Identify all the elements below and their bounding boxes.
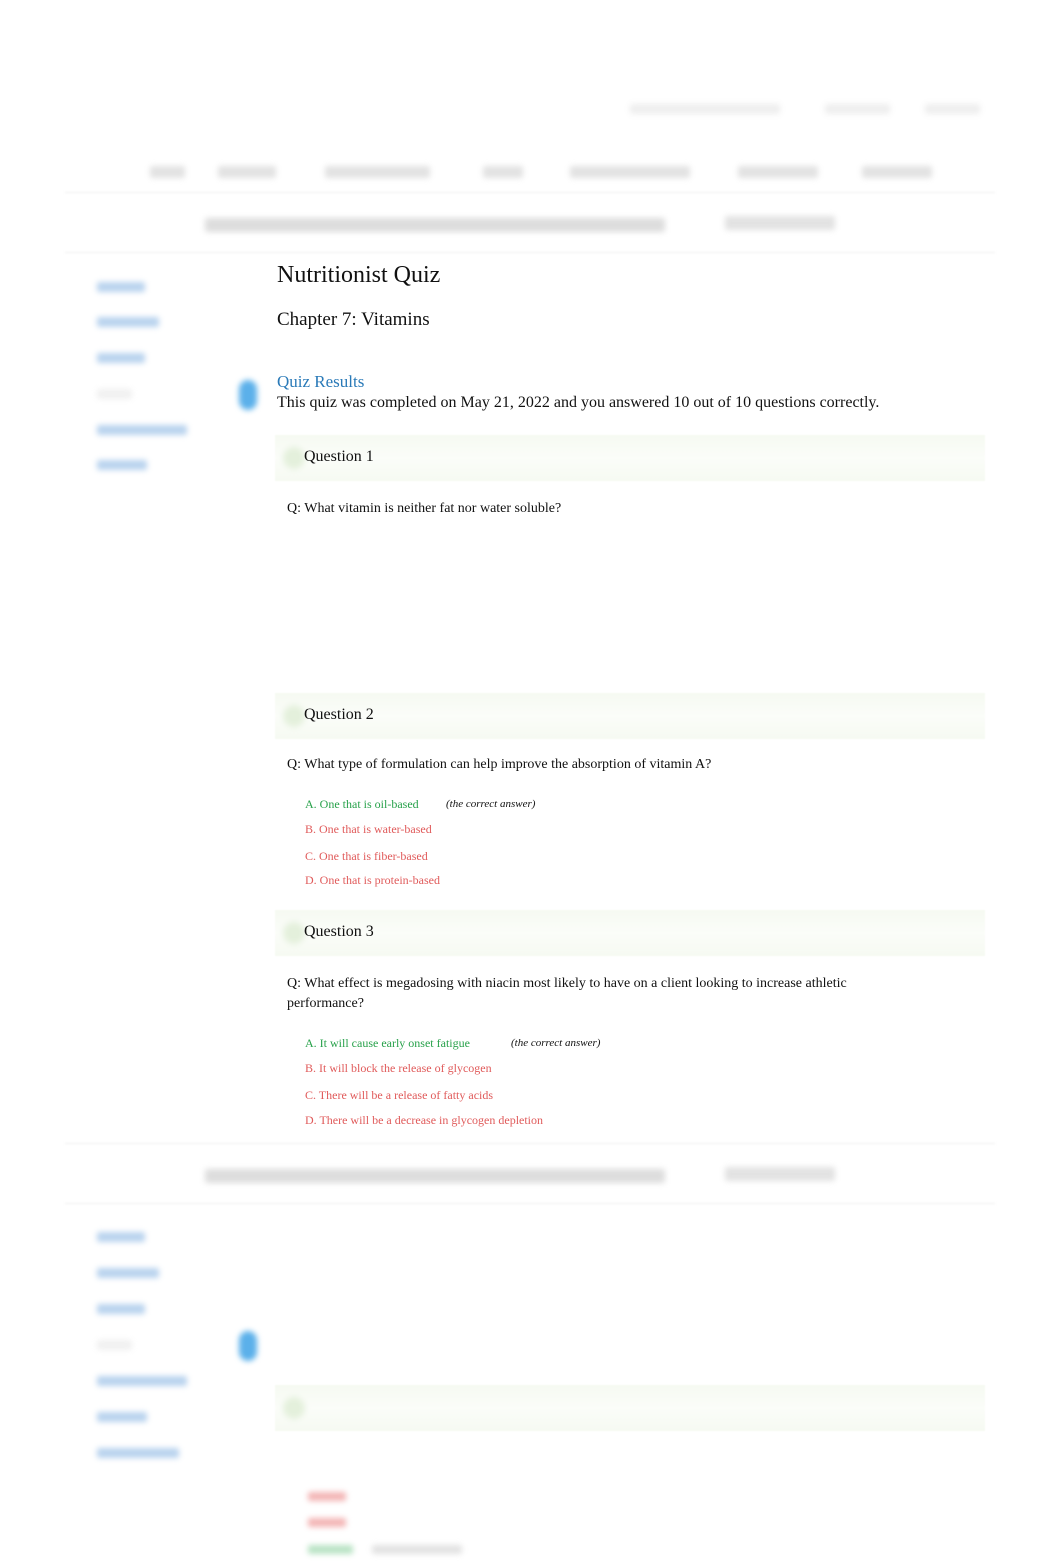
- sidebar-item[interactable]: [97, 317, 159, 327]
- status-icon: [283, 447, 305, 469]
- sidebar-item[interactable]: [97, 389, 132, 399]
- status-icon: [283, 1397, 305, 1419]
- sidebar-item[interactable]: [97, 1304, 145, 1314]
- question-text: Q: What type of formulation can help imp…: [287, 757, 712, 772]
- nav-item[interactable]: [570, 166, 690, 178]
- status-icon: [283, 705, 305, 727]
- sidebar-item[interactable]: [97, 353, 145, 363]
- sidebar-item[interactable]: [97, 1232, 145, 1242]
- sidebar-item[interactable]: [97, 425, 187, 435]
- blurred-doc-title: [205, 218, 665, 232]
- question-header: [275, 910, 985, 956]
- answer-option: D. There will be a decrease in glycogen …: [305, 1113, 544, 1127]
- sidebar-item[interactable]: [97, 1340, 132, 1350]
- nav-item[interactable]: [325, 166, 430, 178]
- blurred-answer: [308, 1492, 346, 1501]
- question-text: Q: What vitamin is neither fat nor water…: [287, 501, 562, 516]
- question-text: Q: What effect is megadosing with niacin…: [287, 976, 847, 1011]
- nav-item[interactable]: [150, 166, 185, 178]
- blurred-login[interactable]: [825, 104, 890, 114]
- chapter-title: Chapter 7: Vitamins: [277, 309, 430, 330]
- blurred-note: [372, 1545, 462, 1554]
- correct-answer-note: (the correct answer): [511, 1037, 601, 1049]
- sidebar-item[interactable]: [97, 1268, 159, 1278]
- sidebar-item[interactable]: [97, 1376, 187, 1386]
- page-title: Nutritionist Quiz: [277, 262, 441, 288]
- blurred-answer: [308, 1545, 353, 1554]
- answer-option: B. It will block the release of glycogen: [305, 1061, 492, 1075]
- blurred-doc-button[interactable]: [725, 216, 835, 230]
- nav-item[interactable]: [738, 166, 818, 178]
- blurred-signup[interactable]: [925, 104, 980, 114]
- question-label: Question 1: [304, 448, 374, 465]
- answer-option: D. One that is protein-based: [305, 873, 440, 887]
- quiz-summary: This quiz was completed on May 21, 2022 …: [277, 394, 880, 411]
- question-label: Question 3: [304, 923, 374, 940]
- blurred-doc-button[interactable]: [725, 1167, 835, 1181]
- nav-item[interactable]: [483, 166, 523, 178]
- sidebar-item[interactable]: [97, 1412, 147, 1422]
- question-header: [275, 435, 985, 481]
- blurred-search[interactable]: [630, 104, 780, 114]
- correct-answer-note: (the correct answer): [446, 798, 536, 810]
- question-label: Question 2: [304, 706, 374, 723]
- nav-item[interactable]: [862, 166, 932, 178]
- answer-option: B. One that is water-based: [305, 822, 432, 836]
- arrow-right-icon[interactable]: [239, 1331, 257, 1361]
- answer-option: A. One that is oil-based: [305, 797, 419, 811]
- nav-item[interactable]: [218, 166, 276, 178]
- question-header: [275, 1385, 985, 1431]
- sidebar-item[interactable]: [97, 282, 145, 292]
- quiz-results-link[interactable]: Quiz Results: [277, 372, 364, 392]
- sidebar-item[interactable]: [97, 1448, 179, 1458]
- blurred-doc-title: [205, 1169, 665, 1183]
- status-icon: [283, 922, 305, 944]
- answer-option: C. One that is fiber-based: [305, 849, 428, 863]
- arrow-right-icon[interactable]: [239, 380, 257, 410]
- question-header: [275, 693, 985, 739]
- answer-option: A. It will cause early onset fatigue: [305, 1036, 470, 1050]
- sidebar-item[interactable]: [97, 460, 147, 470]
- page: Nutritionist Quiz Chapter 7: Vitamins Qu…: [0, 0, 1062, 1561]
- answer-option: C. There will be a release of fatty acid…: [305, 1088, 494, 1102]
- blurred-answer: [308, 1518, 346, 1527]
